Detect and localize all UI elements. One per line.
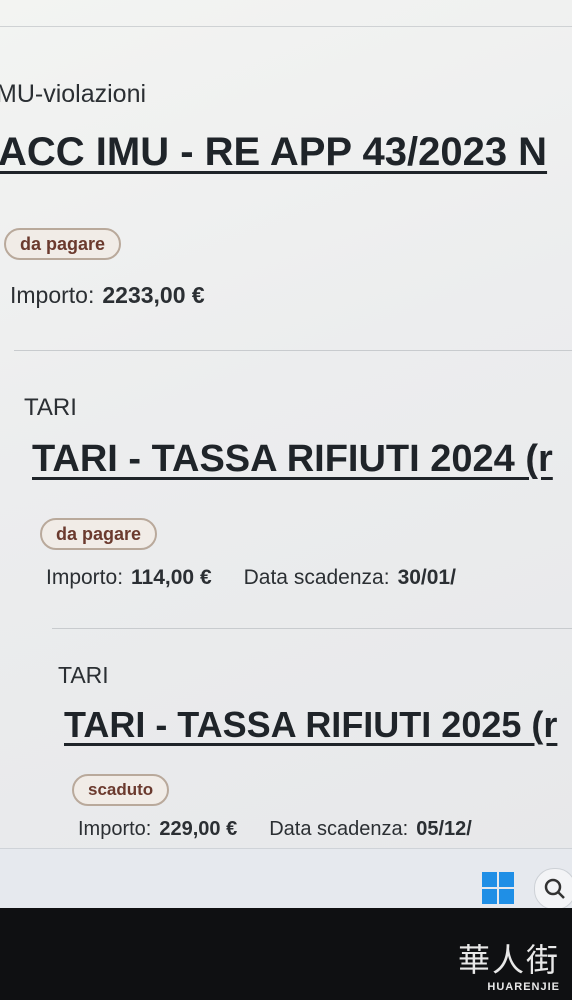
item-divider <box>14 350 572 351</box>
windows-start-icon[interactable] <box>482 872 514 904</box>
watermark-logo: 華人街 HUARENJIE <box>458 935 560 993</box>
browser-viewport: MU-violazioni ACC IMU - RE APP 43/2023 N… <box>0 0 572 858</box>
amount-value: 2233,00 € <box>102 282 205 308</box>
search-icon[interactable] <box>534 868 572 910</box>
amount-row: Importo: 114,00 € Data scadenza: 30/01/ <box>46 566 456 590</box>
status-badge: da pagare <box>40 518 158 550</box>
item-category: TARI <box>58 662 109 688</box>
status-badge: scaduto <box>72 774 170 806</box>
item-title-link[interactable]: TARI - TASSA RIFIUTI 2024 (r <box>32 438 553 481</box>
amount-label: Importo: <box>46 566 124 589</box>
amount-row: Importo: 229,00 € Data scadenza: 05/12/ <box>78 818 472 841</box>
header-divider <box>0 26 572 27</box>
item-title-link[interactable]: TARI - TASSA RIFIUTI 2025 (r <box>64 704 557 746</box>
watermark-latin: HUARENJIE <box>487 981 560 993</box>
item-category: TARI <box>24 394 77 421</box>
amount-label: Importo: <box>78 818 152 840</box>
due-date-value: 30/01/ <box>397 566 456 589</box>
amount-label: Importo: <box>10 282 95 308</box>
item-title-link[interactable]: ACC IMU - RE APP 43/2023 N <box>0 130 547 175</box>
due-date-label: Data scadenza: <box>269 818 409 840</box>
due-date-value: 05/12/ <box>416 818 472 840</box>
amount-row: Importo: 2233,00 € <box>10 282 205 309</box>
amount-value: 114,00 € <box>131 566 212 589</box>
status-badge: da pagare <box>4 228 122 260</box>
item-divider <box>52 628 572 629</box>
amount-value: 229,00 € <box>159 818 238 840</box>
due-date-label: Data scadenza: <box>243 566 390 589</box>
watermark-chinese: 華人街 <box>457 941 560 979</box>
item-category: MU-violazioni <box>0 80 147 108</box>
